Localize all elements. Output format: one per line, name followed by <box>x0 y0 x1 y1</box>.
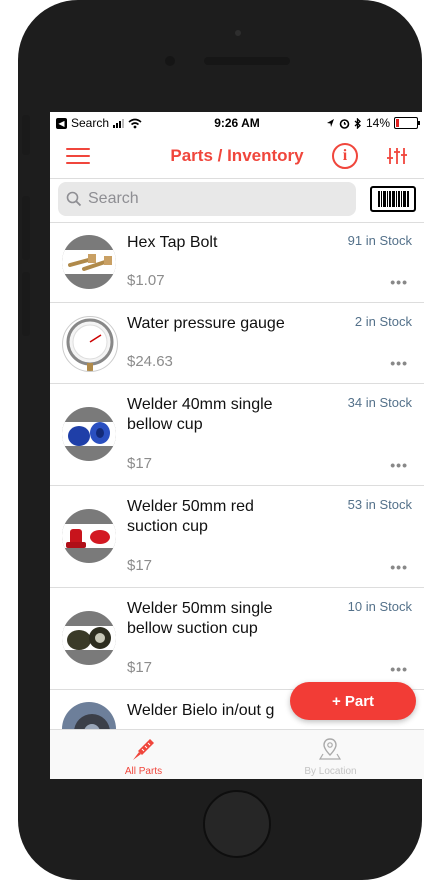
page-title: Parts / Inventory <box>170 146 304 165</box>
red-cup-icon <box>62 509 116 563</box>
part-stock: 2 in Stock <box>354 314 412 329</box>
front-camera <box>165 56 175 66</box>
part-name: Welder 50mm red suction cup <box>127 498 254 535</box>
battery-icon <box>394 117 420 129</box>
tab-all-parts[interactable]: All Parts <box>50 730 237 779</box>
part-name: Welder Bielo in/out g <box>127 702 275 719</box>
earpiece-speaker <box>204 57 290 65</box>
add-part-button[interactable]: + Part <box>290 682 416 720</box>
barcode-scan-icon[interactable] <box>370 186 416 212</box>
search-row: Search <box>50 178 424 223</box>
part-row[interactable]: Welder 50mm red suction cup 53 in Stock … <box>50 486 424 588</box>
bluetooth-icon <box>354 117 361 129</box>
part-name: Water pressure gauge <box>127 315 285 332</box>
volume-up-button <box>22 196 30 260</box>
search-placeholder: Search <box>88 190 139 207</box>
part-row[interactable]: Welder 50mm single bellow suction cup 10… <box>50 588 424 690</box>
volume-down-button <box>22 272 30 336</box>
battery-percent: 14% <box>365 116 390 130</box>
more-options-icon[interactable]: ••• <box>390 559 408 575</box>
bolt-icon <box>62 235 116 289</box>
search-icon <box>66 191 82 207</box>
filter-sliders-icon[interactable] <box>386 146 408 166</box>
info-icon[interactable]: i <box>332 143 358 169</box>
part-name: Hex Tap Bolt <box>127 234 218 251</box>
location-arrow-icon <box>326 119 334 127</box>
alarm-icon <box>339 118 350 129</box>
gauge-icon <box>62 316 118 372</box>
tab-label: By Location <box>304 766 357 777</box>
tab-bar: All Parts By Location <box>50 729 424 779</box>
app-screen: ◀ Search 9:26 AM 14% Parts / Inventory i… <box>50 112 424 779</box>
black-cup-icon <box>62 611 116 665</box>
part-stock: 10 in Stock <box>347 599 412 614</box>
screw-icon <box>133 739 154 760</box>
part-row[interactable]: Water pressure gauge 2 in Stock $24.63 •… <box>50 303 424 384</box>
more-options-icon[interactable]: ••• <box>390 661 408 677</box>
part-row[interactable]: Welder 40mm single bellow cup 34 in Stoc… <box>50 384 424 486</box>
map-pin-icon <box>318 738 342 760</box>
search-input[interactable]: Search <box>58 182 356 216</box>
blue-cup-icon <box>62 407 116 461</box>
tab-by-location[interactable]: By Location <box>237 730 424 779</box>
more-options-icon[interactable]: ••• <box>390 457 408 473</box>
part-price: $17 <box>127 557 153 574</box>
part-stock: 34 in Stock <box>347 395 412 410</box>
part-price: $17 <box>127 455 153 472</box>
tab-label: All Parts <box>124 766 163 777</box>
part-stock: 53 in Stock <box>347 497 412 512</box>
part-name: Welder 40mm single bellow cup <box>127 396 273 433</box>
part-price: $1.07 <box>127 272 165 289</box>
home-button[interactable] <box>203 790 271 858</box>
part-stock: 91 in Stock <box>347 233 412 248</box>
proximity-sensor <box>235 30 241 36</box>
part-name: Welder 50mm single bellow suction cup <box>127 600 273 637</box>
part-price: $17 <box>127 659 153 676</box>
status-right: 14% <box>326 116 420 130</box>
part-price: $24.63 <box>127 353 173 370</box>
navigation-bar: Parts / Inventory i <box>50 134 424 179</box>
mute-switch <box>22 115 30 155</box>
parts-list: Hex Tap Bolt 91 in Stock $1.07 ••• Water… <box>50 222 424 756</box>
more-options-icon[interactable]: ••• <box>390 355 408 371</box>
more-options-icon[interactable]: ••• <box>390 274 408 290</box>
part-row[interactable]: Hex Tap Bolt 91 in Stock $1.07 ••• <box>50 222 424 303</box>
status-bar: ◀ Search 9:26 AM 14% <box>50 112 424 134</box>
